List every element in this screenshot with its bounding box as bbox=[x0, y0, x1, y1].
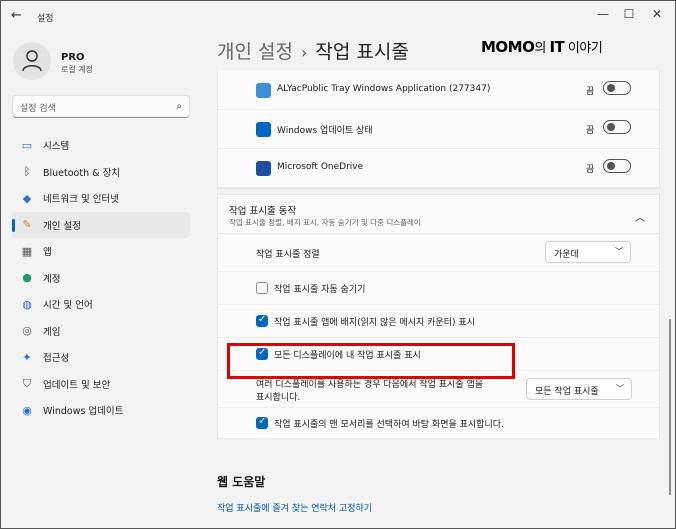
alignment-label: 작업 표시줄 정렬 bbox=[256, 250, 320, 260]
tray-apps-list: ALYacPublic Tray Windows Application (27… bbox=[217, 71, 660, 189]
alignment-value: 가운데 bbox=[554, 250, 579, 260]
sidebar-item-6[interactable]: ◍ 시간 및 언어 bbox=[12, 291, 190, 318]
chevron-down-icon: ﹀ bbox=[616, 384, 624, 393]
sidebar-item-label: 시스템 bbox=[43, 141, 70, 153]
sidebar-item-label: 앱 bbox=[43, 247, 52, 259]
sidebar-item-1[interactable]: ᛒ Bluetooth & 장치 bbox=[12, 159, 190, 186]
profile-account-type: 로컬 계정 bbox=[61, 65, 93, 74]
corner-row: 작업 표시줄의 맨 모서리를 선택하여 바탕 화면을 표시합니다. bbox=[217, 408, 660, 439]
page-title: 개인 설정 › 작업 표시줄 bbox=[217, 37, 409, 64]
alyac-icon bbox=[256, 83, 271, 98]
user-icon bbox=[22, 50, 42, 72]
search-placeholder: 설정 검색 bbox=[20, 104, 56, 114]
sidebar-item-8[interactable]: ✦ 접근성 bbox=[12, 344, 190, 371]
toggle-state-label: 끔 bbox=[586, 165, 595, 175]
globe-icon: ◍ bbox=[22, 297, 32, 311]
sidebar-item-10[interactable]: ◉ Windows 업데이트 bbox=[12, 397, 190, 424]
alignment-row: 작업 표시줄 정렬 가운데 ﹀ bbox=[217, 234, 660, 272]
windows-update-icon bbox=[256, 122, 271, 137]
badge-checkbox[interactable] bbox=[256, 314, 268, 327]
sidebar-item-0[interactable]: ▭ 시스템 bbox=[12, 132, 190, 159]
search-icon: ⌕ bbox=[176, 101, 182, 112]
monitor-icon: ▭ bbox=[21, 138, 33, 152]
title-bar: ← 설정 — ☐ ✕ bbox=[1, 1, 675, 31]
tray-app-label: Windows 업데이트 상태 bbox=[277, 126, 373, 136]
sidebar-item-label: 접근성 bbox=[43, 353, 70, 365]
tray-app-row: Windows 업데이트 상태 끔 bbox=[218, 110, 659, 149]
sidebar-item-label: 개인 설정 bbox=[43, 220, 81, 232]
maximize-icon[interactable]: ☐ bbox=[615, 5, 643, 23]
watermark-logo: MOMO의 IT 이야기 bbox=[481, 38, 603, 56]
sidebar-item-label: 게임 bbox=[43, 326, 61, 338]
alignment-dropdown[interactable]: 가운데 ﹀ bbox=[545, 241, 631, 263]
sidebar-item-4[interactable]: ▦ 앱 bbox=[12, 238, 190, 265]
tray-app-toggle[interactable] bbox=[603, 159, 631, 173]
sidebar-item-label: Windows 업데이트 bbox=[43, 406, 124, 418]
user-profile[interactable]: PRO 로컬 계정 bbox=[13, 41, 93, 81]
window-title: 설정 bbox=[37, 14, 54, 24]
multi-display-value: 모든 작업 표시줄 bbox=[535, 387, 599, 397]
toggle-state-label: 끔 bbox=[586, 126, 595, 136]
tray-app-toggle[interactable] bbox=[603, 120, 631, 134]
breadcrumb-parent[interactable]: 개인 설정 bbox=[217, 41, 293, 63]
highlight-box bbox=[227, 343, 515, 379]
badge-label: 작업 표시줄 앱에 배지(읽지 않은 메시지 카운터) 표시 bbox=[274, 318, 475, 328]
chevron-down-icon: ﹀ bbox=[615, 247, 623, 256]
avatar bbox=[13, 42, 51, 80]
accessibility-icon: ✦ bbox=[22, 350, 32, 364]
multi-display-dropdown[interactable]: 모든 작업 표시줄 ﹀ bbox=[526, 378, 632, 400]
sidebar-item-2[interactable]: ◆ 네트워크 및 인터넷 bbox=[12, 185, 190, 212]
corner-checkbox[interactable] bbox=[256, 416, 268, 429]
tray-app-label: ALYacPublic Tray Windows Application (27… bbox=[277, 84, 491, 94]
back-arrow-icon[interactable]: ← bbox=[11, 9, 27, 23]
web-help-title: 웹 도움말 bbox=[217, 475, 266, 489]
person-icon: ● bbox=[22, 271, 32, 285]
toggle-state-label: 끔 bbox=[586, 87, 595, 97]
breadcrumb-current: 작업 표시줄 bbox=[315, 41, 409, 63]
profile-name: PRO bbox=[61, 52, 85, 63]
breadcrumb-separator: › bbox=[300, 43, 308, 62]
bluetooth-icon: ᛒ bbox=[23, 165, 31, 179]
badge-row: 작업 표시줄 앱에 배지(읽지 않은 메시지 카운터) 표시 bbox=[217, 305, 660, 338]
section-title: 작업 표시줄 동작 bbox=[229, 206, 297, 217]
wifi-icon: ◆ bbox=[22, 191, 32, 205]
search-input[interactable]: 설정 검색 ⌕ bbox=[12, 95, 190, 118]
tray-app-row: ALYacPublic Tray Windows Application (27… bbox=[218, 71, 659, 110]
sidebar-item-9[interactable]: ⛉ 업데이트 및 보안 bbox=[12, 371, 190, 398]
scrollbar[interactable] bbox=[669, 319, 671, 495]
autohide-checkbox[interactable] bbox=[256, 282, 268, 294]
settings-window: ← 설정 — ☐ ✕ PRO 로컬 계정 설정 검색 ⌕ ▭ 시스템 ᛒ Blueto… bbox=[0, 0, 676, 529]
autohide-row: 작업 표시줄 자동 숨기기 bbox=[217, 272, 660, 305]
section-subtitle: 작업 표시줄 정렬, 배지 표시, 자동 숨기기 및 다중 디스플레이 bbox=[229, 218, 421, 227]
chevron-up-icon[interactable]: ︿ bbox=[635, 209, 645, 224]
minimize-icon[interactable]: — bbox=[589, 5, 617, 23]
tray-app-toggle[interactable] bbox=[603, 81, 631, 95]
tray-app-label: Microsoft OneDrive bbox=[277, 162, 364, 172]
gamepad-icon: ◎ bbox=[22, 324, 32, 338]
update-icon: ◉ bbox=[22, 403, 32, 417]
taskbar-behavior-header[interactable]: 작업 표시줄 동작 작업 표시줄 정렬, 배지 표시, 자동 숨기기 및 다중 … bbox=[217, 194, 660, 234]
autohide-label: 작업 표시줄 자동 숨기기 bbox=[274, 285, 366, 295]
sidebar-item-label: 시간 및 언어 bbox=[43, 300, 93, 312]
tray-app-row: Microsoft OneDrive 끔 bbox=[218, 149, 659, 188]
sidebar-item-label: Bluetooth & 장치 bbox=[43, 167, 121, 179]
shield-icon: ⛉ bbox=[22, 376, 32, 390]
sidebar-item-5[interactable]: ● 계정 bbox=[12, 265, 190, 292]
onedrive-icon bbox=[256, 161, 271, 176]
help-link[interactable]: 작업 표시줄에 즐겨 찾는 연락처 고정하기 bbox=[217, 501, 372, 514]
sidebar-item-label: 네트워크 및 인터넷 bbox=[43, 194, 119, 206]
sidebar-item-label: 업데이트 및 보안 bbox=[43, 379, 111, 391]
sidebar-item-label: 계정 bbox=[43, 273, 61, 285]
brush-icon: ✎ bbox=[22, 218, 32, 232]
close-icon[interactable]: ✕ bbox=[643, 5, 671, 23]
sidebar-nav: ▭ 시스템 ᛒ Bluetooth & 장치 ◆ 네트워크 및 인터넷 ✎ 개인 설정 ▦ 앱 ● 계… bbox=[12, 132, 190, 424]
apps-icon: ▦ bbox=[21, 244, 33, 258]
corner-label: 작업 표시줄의 맨 모서리를 선택하여 바탕 화면을 표시합니다. bbox=[274, 420, 504, 430]
main-content: ALYacPublic Tray Windows Application (27… bbox=[217, 71, 660, 439]
multi-display-label-line2: 표시합니다. bbox=[256, 393, 301, 403]
sidebar-item-7[interactable]: ◎ 게임 bbox=[12, 318, 190, 345]
sidebar-item-3[interactable]: ✎ 개인 설정 bbox=[12, 211, 190, 238]
